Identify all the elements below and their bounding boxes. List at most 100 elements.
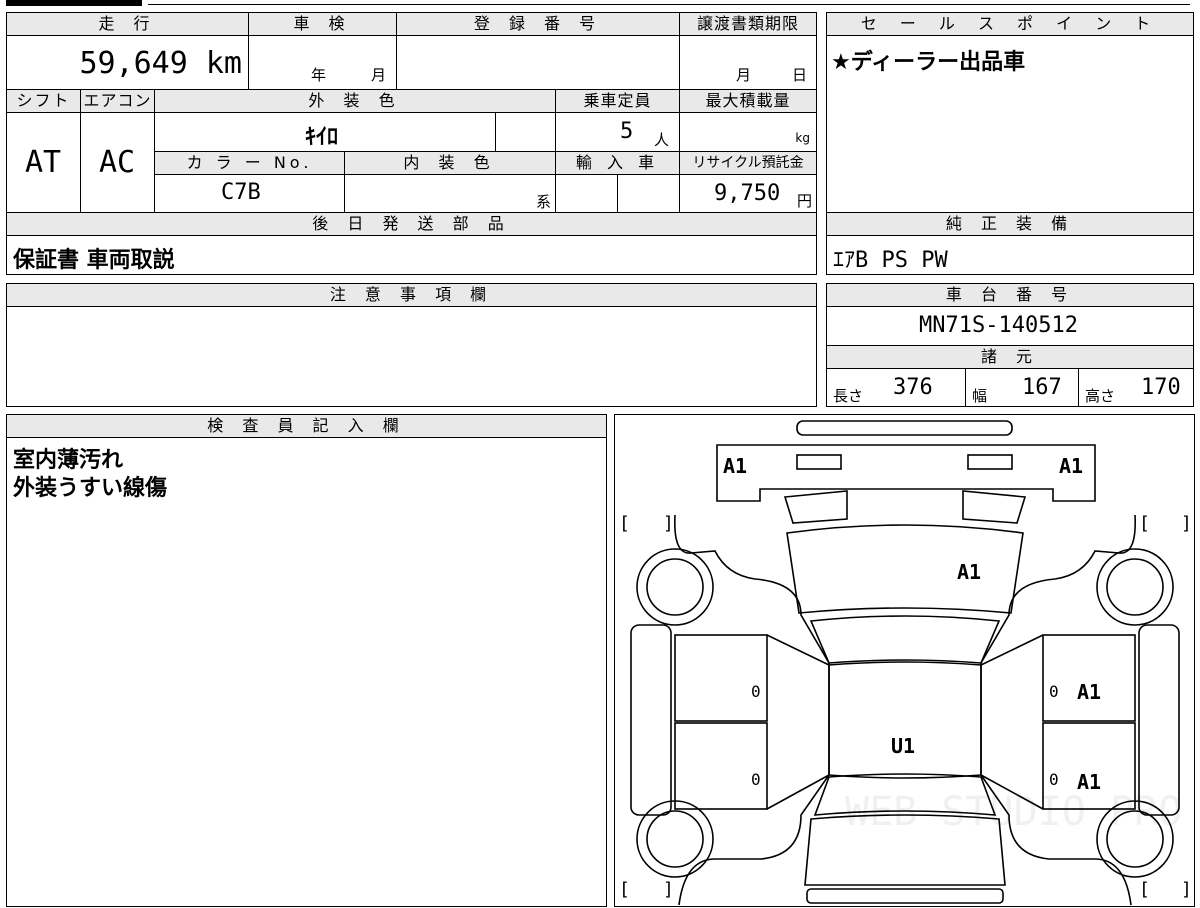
ac-header: エアコン bbox=[80, 89, 155, 113]
inspector-line-2: 外装うすい線傷 bbox=[13, 476, 168, 501]
mileage-header: 走 行 bbox=[6, 12, 249, 36]
windshield-top-right bbox=[962, 490, 1027, 524]
chassis-header: 車 台 番 号 bbox=[826, 283, 1194, 307]
sales-point-text: ★ディーラー出品車 bbox=[831, 50, 1026, 75]
sales-point-header: セ ー ル ス ポ イ ン ト bbox=[826, 12, 1194, 36]
mark-right-front-door-zero: 0 bbox=[1049, 682, 1059, 701]
interior-color-header: 内 装 色 bbox=[344, 151, 556, 175]
import-cell-right bbox=[617, 174, 680, 213]
import-header: 輸 入 車 bbox=[555, 151, 680, 175]
ac-cell: AC bbox=[80, 112, 155, 213]
left-rear-door bbox=[674, 722, 768, 810]
capacity-value: 5 bbox=[620, 119, 634, 144]
mark-hood: A1 bbox=[957, 560, 981, 584]
right-headlight bbox=[967, 454, 1013, 470]
import-cell-left bbox=[555, 174, 618, 213]
mileage-cell: 59,649 km bbox=[6, 35, 249, 90]
specs-height-label: 高さ bbox=[1085, 387, 1116, 405]
right-front-door bbox=[1042, 634, 1136, 722]
front-bumper bbox=[796, 420, 1013, 436]
specs-length-label: 長さ bbox=[833, 387, 864, 405]
specs-length-cell: 長さ 376 bbox=[826, 368, 966, 407]
notes-cell bbox=[6, 306, 817, 407]
bracket-top-left-close: ] bbox=[663, 513, 674, 534]
interior-color-cell: 系 bbox=[344, 174, 556, 213]
specs-width-label: 幅 bbox=[972, 387, 988, 405]
max-load-header: 最大積載量 bbox=[679, 89, 817, 113]
mark-right-front-door: A1 bbox=[1077, 680, 1101, 704]
top-strip-rule bbox=[148, 4, 1190, 6]
capacity-cell: 5 人 bbox=[555, 112, 680, 152]
chassis-cell: MN71S-140512 bbox=[826, 306, 1194, 346]
genuine-equipment-header: 純 正 装 備 bbox=[826, 212, 1194, 236]
bracket-bottom-right-open: [ bbox=[1139, 879, 1150, 900]
mark-left-rear-door-zero: 0 bbox=[751, 770, 761, 789]
notes-header: 注 意 事 項 欄 bbox=[6, 283, 817, 307]
mark-roof: U1 bbox=[891, 734, 915, 758]
mileage-value: 59,649 km bbox=[79, 46, 242, 81]
mark-left-front-door-zero: 0 bbox=[751, 682, 761, 701]
exterior-color-value: ｷｲﾛ bbox=[305, 125, 339, 150]
exterior-color-sub-cell bbox=[495, 112, 556, 152]
later-parts-cell: 保証書 車両取説 bbox=[6, 235, 817, 275]
later-parts-text: 保証書 車両取説 bbox=[13, 248, 175, 273]
mark-front-left: A1 bbox=[723, 454, 747, 478]
transfer-month-label: 月 bbox=[736, 66, 752, 84]
shift-cell: AT bbox=[6, 112, 81, 213]
inspection-header: 車 検 bbox=[248, 12, 397, 36]
right-side-skirt bbox=[1138, 624, 1180, 816]
genuine-equipment-cell: ｴｱB PS PW bbox=[826, 235, 1194, 275]
shift-header: シフト bbox=[6, 89, 81, 113]
left-front-wheel bbox=[636, 548, 714, 626]
hood bbox=[786, 524, 1024, 614]
left-front-door bbox=[674, 634, 768, 722]
left-rear-wheel bbox=[636, 800, 714, 878]
bracket-bottom-left-open: [ bbox=[619, 879, 630, 900]
mark-right-rear-door-zero: 0 bbox=[1049, 770, 1059, 789]
left-body-outline bbox=[674, 514, 830, 906]
right-front-wheel bbox=[1096, 548, 1174, 626]
max-load-cell: kg bbox=[679, 112, 817, 152]
rear-bumper bbox=[806, 888, 1004, 904]
specs-length-value: 376 bbox=[893, 375, 933, 400]
bracket-top-right-close: ] bbox=[1181, 513, 1192, 534]
later-parts-header: 後 日 発 送 部 品 bbox=[6, 212, 817, 236]
interior-color-suffix: 系 bbox=[535, 193, 551, 211]
specs-header: 諸 元 bbox=[826, 345, 1194, 369]
bracket-top-left-open: [ bbox=[619, 513, 630, 534]
capacity-unit: 人 bbox=[654, 131, 670, 149]
recycle-deposit-value: 9,750 bbox=[714, 181, 781, 206]
genuine-equipment-text: ｴｱB PS PW bbox=[833, 248, 948, 273]
color-no-cell: C7B bbox=[154, 174, 345, 213]
inspection-year-label: 年 bbox=[311, 66, 327, 84]
exterior-color-cell: ｷｲﾛ bbox=[154, 112, 496, 152]
ac-value: AC bbox=[99, 145, 136, 180]
vehicle-diagram: [ ] [ ] [ ] [ ] A1 A1 A1 U1 A1 A1 0 0 0 … bbox=[619, 420, 1192, 906]
registration-cell bbox=[396, 35, 680, 90]
transfer-deadline-header: 譲渡書類期限 bbox=[679, 12, 817, 36]
windshield bbox=[809, 615, 1001, 664]
windshield-top-left bbox=[783, 490, 848, 524]
inspector-header: 検 査 員 記 入 欄 bbox=[6, 414, 607, 438]
inspector-cell: 室内薄汚れ 外装うすい線傷 bbox=[6, 437, 607, 907]
capacity-header: 乗車定員 bbox=[555, 89, 680, 113]
top-strip-black-tab bbox=[6, 0, 142, 6]
top-strip bbox=[0, 0, 1200, 6]
specs-height-cell: 高さ 170 bbox=[1078, 368, 1194, 407]
left-headlight bbox=[796, 454, 842, 470]
roof bbox=[828, 661, 982, 779]
front-panel bbox=[716, 444, 1096, 502]
inspection-cell: 年 月 bbox=[248, 35, 397, 90]
inspection-month-label: 月 bbox=[371, 66, 387, 84]
color-no-header: カ ラ ー No. bbox=[154, 151, 345, 175]
transfer-deadline-cell: 月 日 bbox=[679, 35, 817, 90]
chassis-value: MN71S-140512 bbox=[919, 313, 1078, 338]
recycle-deposit-header: リサイクル預託金 bbox=[679, 151, 817, 175]
sales-point-cell: ★ディーラー出品車 bbox=[826, 35, 1194, 213]
left-side-skirt bbox=[630, 624, 672, 816]
watermark: WEB STUDIO PRO bbox=[845, 789, 1182, 835]
recycle-deposit-cell: 9,750 円 bbox=[679, 174, 817, 213]
registration-header: 登 録 番 号 bbox=[396, 12, 680, 36]
specs-width-value: 167 bbox=[1022, 375, 1062, 400]
right-body-outline bbox=[980, 514, 1136, 906]
